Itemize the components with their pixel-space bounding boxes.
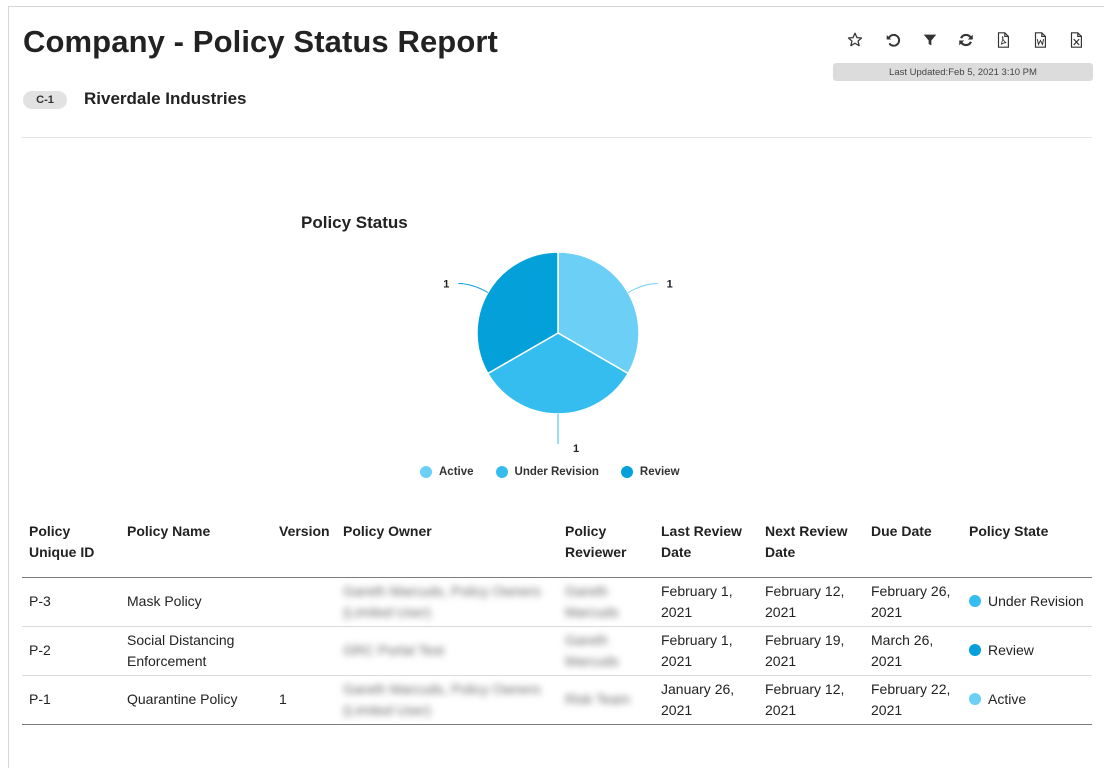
cell-state: Under Revision bbox=[962, 577, 1092, 627]
table-row[interactable]: P-1 Quarantine Policy 1 Gareth Marcuds, … bbox=[22, 675, 1092, 725]
cell-version bbox=[272, 626, 336, 676]
cell-name[interactable]: Social Distancing Enforcement bbox=[120, 626, 272, 676]
cell-id: P-1 bbox=[22, 675, 120, 725]
cell-state: Review bbox=[962, 626, 1092, 676]
cell-next-review: February 12, 2021 bbox=[758, 675, 864, 725]
cell-last-review: February 1, 2021 bbox=[654, 577, 758, 627]
filter-icon[interactable] bbox=[918, 29, 942, 51]
header-divider bbox=[22, 137, 1092, 138]
status-dot-icon bbox=[969, 644, 981, 656]
table-row[interactable]: P-3 Mask Policy Gareth Marcuds, Policy O… bbox=[22, 577, 1092, 627]
cell-version bbox=[272, 577, 336, 627]
cell-due-date: February 26, 2021 bbox=[864, 577, 962, 627]
star-icon[interactable] bbox=[843, 29, 867, 51]
legend-item-active[interactable]: Active bbox=[420, 466, 474, 478]
cell-id: P-2 bbox=[22, 626, 120, 676]
cell-name[interactable]: Mask Policy bbox=[120, 577, 272, 627]
table-header-row: Policy Unique ID Policy Name Version Pol… bbox=[22, 510, 1092, 578]
column-header-id[interactable]: Policy Unique ID bbox=[22, 510, 120, 578]
column-header-next-review[interactable]: Next Review Date bbox=[758, 510, 864, 578]
cell-reviewer: Gareth Marcuds bbox=[558, 626, 654, 676]
cell-due-date: March 26, 2021 bbox=[864, 626, 962, 676]
cell-state: Active bbox=[962, 675, 1092, 725]
cell-id: P-3 bbox=[22, 577, 120, 627]
status-dot-icon bbox=[969, 595, 981, 607]
chart-legend: Active Under Revision Review bbox=[420, 463, 702, 481]
table-row[interactable]: P-2 Social Distancing Enforcement GRC Po… bbox=[22, 626, 1092, 676]
cell-owner: Gareth Marcuds, Policy Owners (Limited U… bbox=[336, 577, 558, 627]
cell-version: 1 bbox=[272, 675, 336, 725]
legend-label: Under Revision bbox=[514, 466, 599, 478]
legend-dot-icon bbox=[495, 466, 508, 478]
column-header-reviewer[interactable]: Policy Reviewer bbox=[558, 510, 654, 578]
word-icon[interactable] bbox=[1028, 29, 1052, 51]
cell-last-review: January 26, 2021 bbox=[654, 675, 758, 725]
status-label: Under Revision bbox=[988, 593, 1084, 609]
cell-due-date: February 22, 2021 bbox=[864, 675, 962, 725]
legend-item-review[interactable]: Review bbox=[620, 466, 680, 478]
column-header-name[interactable]: Policy Name bbox=[120, 510, 272, 578]
cell-owner: GRC Portal Test bbox=[336, 626, 558, 676]
cell-owner: Gareth Marcuds, Policy Owners (Limited U… bbox=[336, 675, 558, 725]
cell-name[interactable]: Quarantine Policy bbox=[120, 675, 272, 725]
legend-dot-icon bbox=[620, 466, 633, 478]
column-header-version[interactable]: Version bbox=[272, 510, 336, 578]
cell-last-review: February 1, 2021 bbox=[654, 626, 758, 676]
cell-reviewer: Gareth Marcuds bbox=[558, 577, 654, 627]
last-updated-label: Last Updated:Feb 5, 2021 3:10 PM bbox=[833, 63, 1093, 81]
company-name: Riverdale Industries bbox=[84, 89, 247, 108]
page-title: Company - Policy Status Report bbox=[23, 24, 498, 59]
legend-dot-icon bbox=[420, 466, 432, 478]
undo-icon[interactable] bbox=[881, 29, 905, 51]
column-header-owner[interactable]: Policy Owner bbox=[336, 510, 558, 578]
excel-icon[interactable] bbox=[1064, 29, 1088, 51]
company-id-badge: C-1 bbox=[23, 91, 67, 109]
legend-label: Active bbox=[439, 466, 474, 478]
cell-reviewer: Risk Team bbox=[558, 675, 654, 725]
pdf-icon[interactable] bbox=[991, 29, 1015, 51]
status-label: Review bbox=[988, 642, 1034, 658]
chart-title: Policy Status bbox=[301, 213, 408, 232]
status-dot-icon bbox=[969, 693, 981, 705]
status-label: Active bbox=[988, 691, 1027, 707]
cell-next-review: February 19, 2021 bbox=[758, 626, 864, 676]
refresh-icon[interactable] bbox=[954, 29, 978, 51]
column-header-state[interactable]: Policy State bbox=[962, 510, 1092, 578]
legend-label: Review bbox=[639, 466, 680, 478]
policy-table: Policy Unique ID Policy Name Version Pol… bbox=[22, 510, 1092, 725]
column-header-last-review[interactable]: Last Review Date bbox=[654, 510, 758, 578]
cell-next-review: February 12, 2021 bbox=[758, 577, 864, 627]
legend-item-under-revision[interactable]: Under Revision bbox=[495, 466, 599, 478]
column-header-due-date[interactable]: Due Date bbox=[864, 510, 962, 578]
